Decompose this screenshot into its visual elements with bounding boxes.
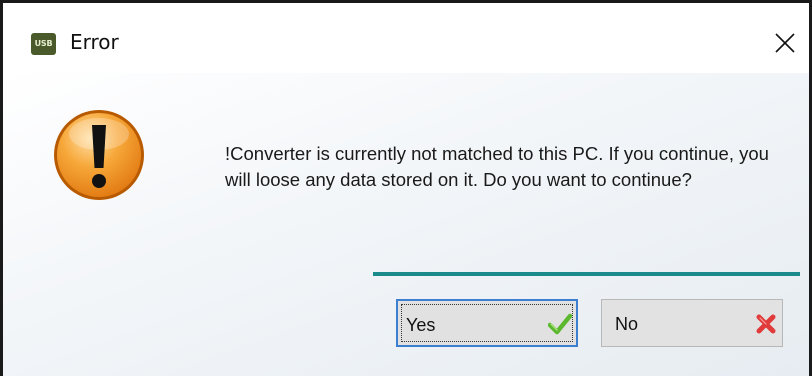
separator-line [373, 272, 800, 276]
green-checkmark-icon [548, 313, 572, 335]
error-dialog: USB Error !Converter is currently not ma… [0, 0, 812, 376]
title-bar[interactable]: USB Error [3, 3, 809, 73]
window-title: Error [70, 30, 119, 54]
no-button-label: No [615, 314, 639, 334]
yes-button[interactable]: Yes [396, 299, 578, 347]
close-icon [775, 33, 795, 53]
no-button[interactable]: No [601, 299, 783, 347]
error-message: !Converter is currently not matched to t… [225, 143, 769, 190]
dialog-content: !Converter is currently not matched to t… [3, 73, 809, 376]
usb-app-icon: USB [31, 33, 56, 55]
yes-button-label: Yes [406, 315, 436, 335]
red-x-icon [756, 314, 776, 334]
warning-exclamation-icon [54, 110, 144, 200]
close-button[interactable] [767, 25, 803, 61]
